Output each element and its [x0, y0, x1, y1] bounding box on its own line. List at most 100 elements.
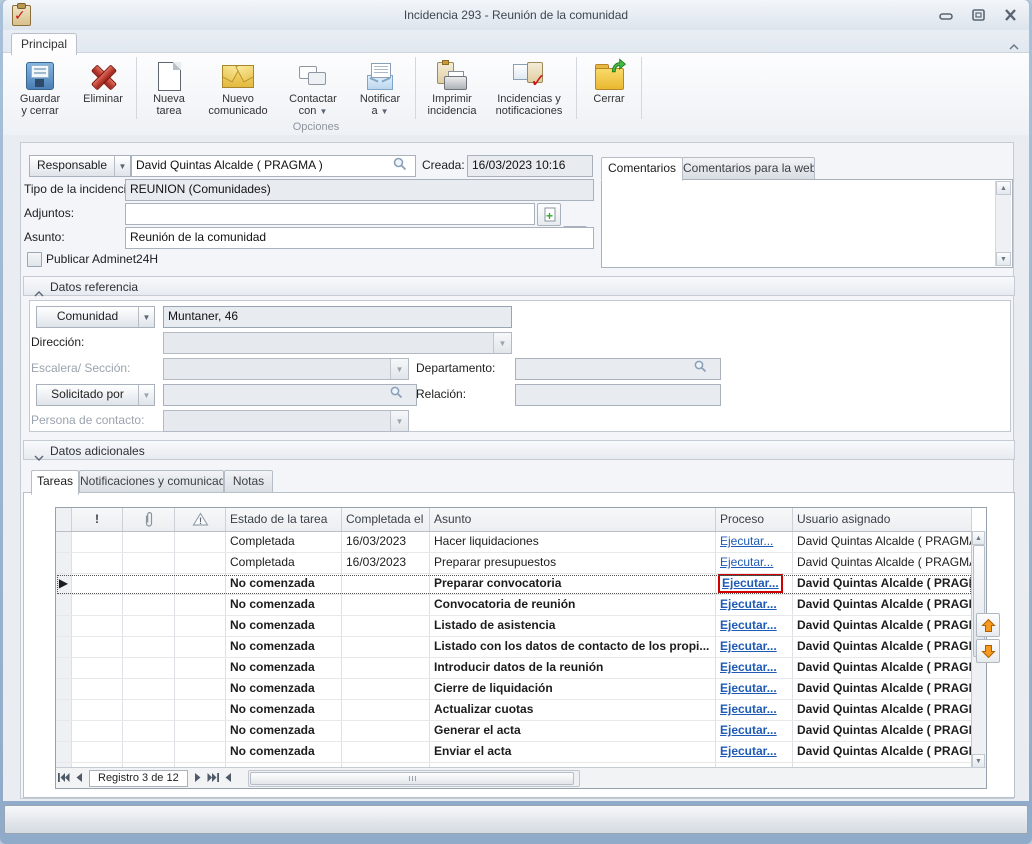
completada-column-header[interactable]: Completada el: [342, 508, 430, 531]
delete-button[interactable]: Eliminar: [73, 55, 133, 121]
chevron-down-icon[interactable]: ▼: [114, 156, 130, 176]
scrollbar-thumb[interactable]: [250, 772, 574, 785]
chevron-down-icon[interactable]: [34, 448, 44, 466]
tab-comentarios-web[interactable]: Comentarios para la web: [682, 157, 815, 181]
contact-with-button[interactable]: Contactarcon ▼: [278, 55, 348, 121]
alert-cell: [175, 532, 226, 552]
task-row[interactable]: Completada 16/03/2023 Hacer liquidacione…: [56, 532, 972, 553]
ejecutar-link[interactable]: Ejecutar...: [720, 744, 777, 758]
ejecutar-link[interactable]: Ejecutar...: [720, 639, 777, 653]
asunto-cell: Preparar convocatoria: [430, 574, 716, 594]
move-task-down-button[interactable]: [976, 639, 1000, 663]
publicar-label: Publicar Adminet24H: [46, 252, 158, 266]
task-row[interactable]: No comenzada Listado con los datos de co…: [56, 637, 972, 658]
search-icon[interactable]: [694, 360, 1026, 378]
chevron-down-icon[interactable]: ▼: [390, 359, 408, 379]
app-window: ✓ Incidencia 293 - Reunión de la comunid…: [0, 0, 1032, 844]
ejecutar-link[interactable]: Ejecutar...: [720, 555, 773, 569]
usuario-cell: David Quintas Alcalde ( PRAGMA ): [793, 721, 972, 741]
ejecutar-link[interactable]: Ejecutar...: [720, 618, 777, 632]
scroll-left-icon[interactable]: [221, 769, 236, 787]
chevron-down-icon[interactable]: ▼: [493, 333, 511, 353]
completada-cell: [342, 742, 430, 762]
comunidad-selector[interactable]: Comunidad▼: [36, 306, 155, 328]
tab-principal[interactable]: Principal: [11, 33, 77, 55]
prev-record-icon[interactable]: [71, 769, 86, 787]
publicar-checkbox[interactable]: [27, 252, 42, 267]
estado-cell: No comenzada: [226, 700, 342, 720]
scroll-up-icon[interactable]: ▲: [996, 181, 1011, 195]
ejecutar-link[interactable]: Ejecutar...: [720, 681, 777, 695]
save-close-button[interactable]: Guardary cerrar: [7, 55, 73, 121]
escalera-dropdown[interactable]: ▼: [163, 358, 409, 380]
datos-adicionales-header[interactable]: Datos adicionales: [23, 440, 1015, 460]
scroll-down-icon[interactable]: ▼: [996, 252, 1011, 266]
chevron-down-icon[interactable]: ▼: [390, 411, 408, 431]
restore-button[interactable]: [967, 8, 989, 23]
first-record-icon[interactable]: [56, 769, 71, 787]
relacion-field[interactable]: [515, 384, 721, 406]
add-attachment-button[interactable]: +: [537, 203, 561, 226]
priority-cell: [72, 595, 123, 615]
new-task-button[interactable]: Nuevatarea: [140, 55, 198, 121]
scroll-up-icon[interactable]: ▲: [972, 531, 985, 545]
tab-tareas[interactable]: Tareas: [31, 470, 79, 495]
ejecutar-link[interactable]: Ejecutar...: [720, 723, 777, 737]
task-row[interactable]: No comenzada Actualizar cuotas Ejecutar.…: [56, 700, 972, 721]
attachment-column-header[interactable]: [123, 508, 175, 531]
completada-cell: [342, 595, 430, 615]
chevron-down-icon[interactable]: ▼: [138, 307, 154, 327]
last-record-icon[interactable]: [206, 769, 221, 787]
adjuntos-field[interactable]: [125, 203, 535, 225]
estado-column-header[interactable]: Estado de la tarea: [226, 508, 342, 531]
task-row[interactable]: No comenzada Introducir datos de la reun…: [56, 658, 972, 679]
task-row[interactable]: No comenzada Generar el acta Ejecutar...…: [56, 721, 972, 742]
ejecutar-link[interactable]: Ejecutar...: [718, 574, 783, 593]
asunto-column-header[interactable]: Asunto: [430, 508, 716, 531]
datos-referencia-header[interactable]: Datos referencia: [23, 276, 1015, 296]
task-row[interactable]: No comenzada Enviar el acta Ejecutar... …: [56, 742, 972, 763]
minimize-button[interactable]: [935, 8, 957, 23]
usuario-cell: David Quintas Alcalde ( PRAGMA ): [793, 616, 972, 636]
tab-comentarios[interactable]: Comentarios: [601, 157, 683, 181]
asunto-field[interactable]: Reunión de la comunidad: [125, 227, 594, 249]
alert-column-header[interactable]: !: [175, 508, 226, 531]
new-communication-button[interactable]: Nuevocomunicado: [198, 55, 278, 121]
next-record-icon[interactable]: [191, 769, 206, 787]
incidents-notifications-button[interactable]: ✓ Incidencias ynotificaciones: [485, 55, 573, 121]
task-row[interactable]: No comenzada Cierre de liquidación Ejecu…: [56, 679, 972, 700]
departamento-field[interactable]: [515, 358, 721, 380]
ejecutar-link[interactable]: Ejecutar...: [720, 660, 777, 674]
responsable-field[interactable]: David Quintas Alcalde ( PRAGMA ): [131, 155, 416, 177]
notify-to-button[interactable]: Notificara ▼: [348, 55, 412, 121]
print-incident-button[interactable]: Imprimirincidencia: [419, 55, 485, 121]
persona-contacto-dropdown[interactable]: ▼: [163, 410, 409, 432]
grid-body: Completada 16/03/2023 Hacer liquidacione…: [56, 532, 986, 768]
ejecutar-link[interactable]: Ejecutar...: [720, 702, 777, 716]
solicitado-field[interactable]: [163, 384, 417, 406]
chevron-down-icon[interactable]: ▼: [138, 385, 154, 405]
comments-scrollbar[interactable]: ▲ ▼: [995, 181, 1011, 266]
grid-horizontal-scrollbar[interactable]: [248, 770, 580, 787]
comments-textarea[interactable]: ▲ ▼: [601, 179, 1013, 268]
ejecutar-link[interactable]: Ejecutar...: [720, 597, 777, 611]
comunidad-field[interactable]: Muntaner, 46: [163, 306, 512, 328]
ribbon-collapse-icon[interactable]: [1008, 38, 1020, 56]
proceso-column-header[interactable]: Proceso: [716, 508, 793, 531]
task-row[interactable]: Completada 16/03/2023 Preparar presupues…: [56, 553, 972, 574]
responsable-selector[interactable]: Responsable▼: [29, 155, 131, 177]
proceso-cell: Ejecutar...: [716, 742, 793, 762]
ejecutar-link[interactable]: Ejecutar...: [720, 534, 773, 548]
usuario-column-header[interactable]: Usuario asignado: [793, 508, 972, 531]
task-row[interactable]: ▶ No comenzada Preparar convocatoria Eje…: [56, 574, 972, 595]
priority-column-header[interactable]: !: [72, 508, 123, 531]
solicitado-por-selector[interactable]: Solicitado por▼: [36, 384, 155, 406]
move-task-up-button[interactable]: [976, 613, 1000, 637]
scroll-down-icon[interactable]: ▼: [972, 754, 985, 768]
direccion-dropdown[interactable]: ▼: [163, 332, 512, 354]
task-row[interactable]: No comenzada Convocatoria de reunión Eje…: [56, 595, 972, 616]
close-button[interactable]: [999, 8, 1021, 23]
attachment-cell: [123, 700, 175, 720]
task-row[interactable]: No comenzada Listado de asistencia Ejecu…: [56, 616, 972, 637]
close-incident-button[interactable]: Cerrar: [580, 55, 638, 121]
